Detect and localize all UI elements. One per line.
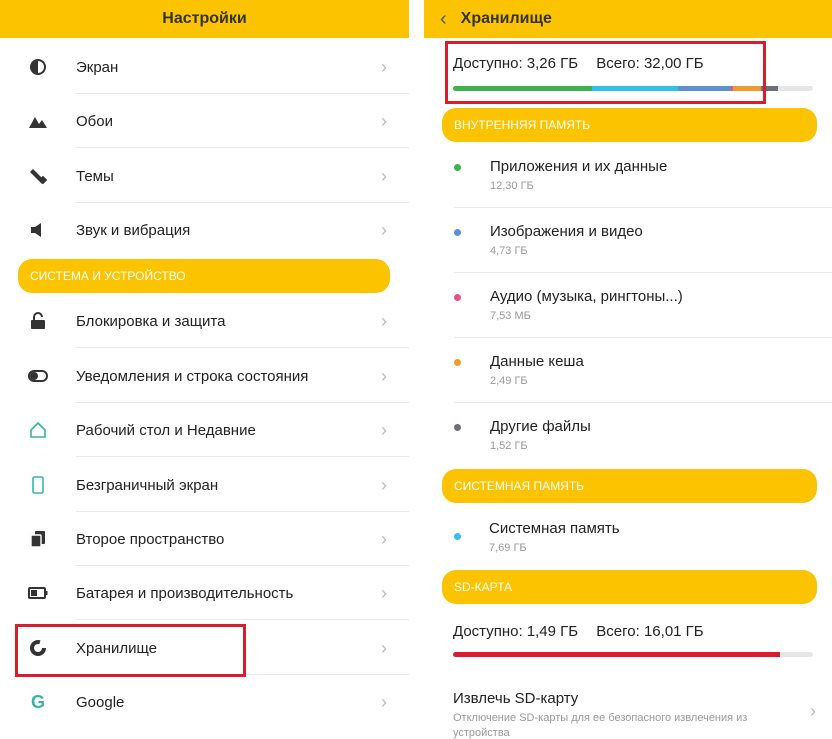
chevron-right-icon: › xyxy=(381,165,387,186)
storage-item-other[interactable]: Другие файлы 1,52 ГБ xyxy=(424,403,832,468)
legend-dot xyxy=(454,424,461,431)
storage-item-name: Другие файлы xyxy=(490,418,591,435)
menu-item-label: Темы xyxy=(76,167,114,185)
section-system-device: СИСТЕМА И УСТРОЙСТВО xyxy=(18,259,390,293)
internal-highlight-frame xyxy=(445,41,766,104)
legend-dot xyxy=(454,359,461,366)
sd-total: Всего: 16,01 ГБ xyxy=(596,623,704,640)
menu-item-label: Блокировка и защита xyxy=(76,312,226,330)
storage-item-size: 1,52 ГБ xyxy=(490,440,528,452)
storage-item-size: 2,49 ГБ xyxy=(490,375,528,387)
chevron-right-icon: › xyxy=(381,474,387,495)
storage-item-size: 7,53 МБ xyxy=(490,310,531,322)
eject-title: Извлечь SD-карту xyxy=(453,690,579,707)
menu-item-label: Экран xyxy=(76,58,119,76)
eject-sd-card[interactable]: Извлечь SD-карту Отключение SD-карты для… xyxy=(424,675,832,739)
legend-dot xyxy=(454,229,461,236)
google-icon: G xyxy=(30,691,45,712)
chevron-right-icon: › xyxy=(381,310,387,331)
wallpaper-icon xyxy=(28,111,48,131)
storage-item-apps[interactable]: Приложения и их данные 12,30 ГБ xyxy=(424,143,832,208)
back-arrow-icon[interactable]: ‹ xyxy=(440,9,447,29)
eject-description: Отключение SD-карты для ее безопасного и… xyxy=(453,712,748,739)
themes-icon xyxy=(28,166,48,186)
sd-usage-bar xyxy=(453,652,813,657)
storage-item-cache[interactable]: Данные кеша 2,49 ГБ xyxy=(424,338,832,403)
storage-item-size: 7,69 ГБ xyxy=(489,542,527,554)
section-system-memory: СИСТЕМНАЯ ПАМЯТЬ xyxy=(442,469,817,503)
battery-icon xyxy=(28,583,48,603)
menu-item-google[interactable]: G Google › xyxy=(0,675,409,729)
sd-available-text: Доступно: 1,49 ГБ Всего: 16,01 ГБ xyxy=(453,623,718,640)
storage-item-name: Аудио (музыка, рингтоны...) xyxy=(490,288,683,305)
chevron-right-icon: › xyxy=(381,637,387,658)
chevron-right-icon: › xyxy=(381,56,387,77)
menu-item-battery[interactable]: Батарея и производительность › xyxy=(0,566,409,620)
menu-item-label: Google xyxy=(76,693,125,711)
legend-dot xyxy=(454,533,461,540)
storage-item-name: Данные кеша xyxy=(490,353,584,370)
menu-item-home[interactable]: Рабочий стол и Недавние › xyxy=(0,403,409,457)
menu-item-lock[interactable]: Блокировка и защита › xyxy=(0,294,409,348)
chevron-right-icon: › xyxy=(381,528,387,549)
storage-item-audio[interactable]: Аудио (музыка, рингтоны...) 7,53 МБ xyxy=(424,273,832,338)
storage-header: ‹ Хранилище xyxy=(424,0,832,38)
sd-available: Доступно: 1,49 ГБ xyxy=(453,623,579,640)
page-title: Настройки xyxy=(162,10,247,27)
chevron-right-icon: › xyxy=(810,701,816,721)
toggle-icon xyxy=(28,366,48,386)
menu-item-second-space[interactable]: Второе пространство › xyxy=(0,512,409,566)
second-space-icon xyxy=(28,529,48,549)
menu-item-label: Батарея и производительность xyxy=(76,584,294,602)
chevron-right-icon: › xyxy=(381,110,387,131)
storage-item-name: Приложения и их данные xyxy=(490,158,668,175)
menu-item-fullscreen[interactable]: Безграничный экран › xyxy=(0,458,409,512)
settings-panel: Настройки Экран › Обои › Темы › Звук и в… xyxy=(0,0,409,739)
menu-item-label: Обои xyxy=(76,112,113,130)
menu-item-label: Уведомления и строка состояния xyxy=(76,367,309,385)
page-title: Хранилище xyxy=(460,10,552,27)
storage-item-name: Системная память xyxy=(489,520,620,537)
storage-item-images[interactable]: Изображения и видео 4,73 ГБ xyxy=(424,208,832,273)
section-internal-memory: ВНУТРЕННЯЯ ПАМЯТЬ xyxy=(442,108,817,142)
storage-item-name: Изображения и видео xyxy=(490,223,643,240)
storage-item-size: 12,30 ГБ xyxy=(490,180,534,192)
menu-item-label: Звук и вибрация xyxy=(76,221,191,239)
storage-panel: ‹ Хранилище Доступно: 3,26 ГБ Всего: 32,… xyxy=(424,0,832,739)
phone-icon xyxy=(28,475,48,495)
storage-item-size: 4,73 ГБ xyxy=(490,245,528,257)
lock-icon xyxy=(28,311,48,331)
menu-item-label: Второе пространство xyxy=(76,530,225,548)
chevron-right-icon: › xyxy=(381,582,387,603)
menu-item-display[interactable]: Экран › xyxy=(0,40,409,94)
menu-item-label: Рабочий стол и Недавние xyxy=(76,421,256,439)
menu-item-wallpaper[interactable]: Обои › xyxy=(0,94,409,148)
section-sd-card: SD-КАРТА xyxy=(442,570,817,604)
bar-segment-sd-used xyxy=(453,652,780,657)
settings-header: Настройки xyxy=(0,0,409,38)
menu-item-label: Безграничный экран xyxy=(76,476,219,494)
legend-dot xyxy=(454,294,461,301)
chevron-right-icon: › xyxy=(381,691,387,712)
display-icon xyxy=(28,57,48,77)
sound-icon xyxy=(28,220,48,240)
menu-item-sound[interactable]: Звук и вибрация › xyxy=(0,203,409,257)
menu-item-notifications[interactable]: Уведомления и строка состояния › xyxy=(0,349,409,403)
chevron-right-icon: › xyxy=(381,365,387,386)
chevron-right-icon: › xyxy=(381,219,387,240)
legend-dot xyxy=(454,164,461,171)
chevron-right-icon: › xyxy=(381,419,387,440)
menu-item-themes[interactable]: Темы › xyxy=(0,149,409,203)
storage-highlight-frame xyxy=(15,624,246,677)
home-icon xyxy=(28,420,48,440)
storage-item-system[interactable]: Системная память 7,69 ГБ xyxy=(424,505,832,570)
